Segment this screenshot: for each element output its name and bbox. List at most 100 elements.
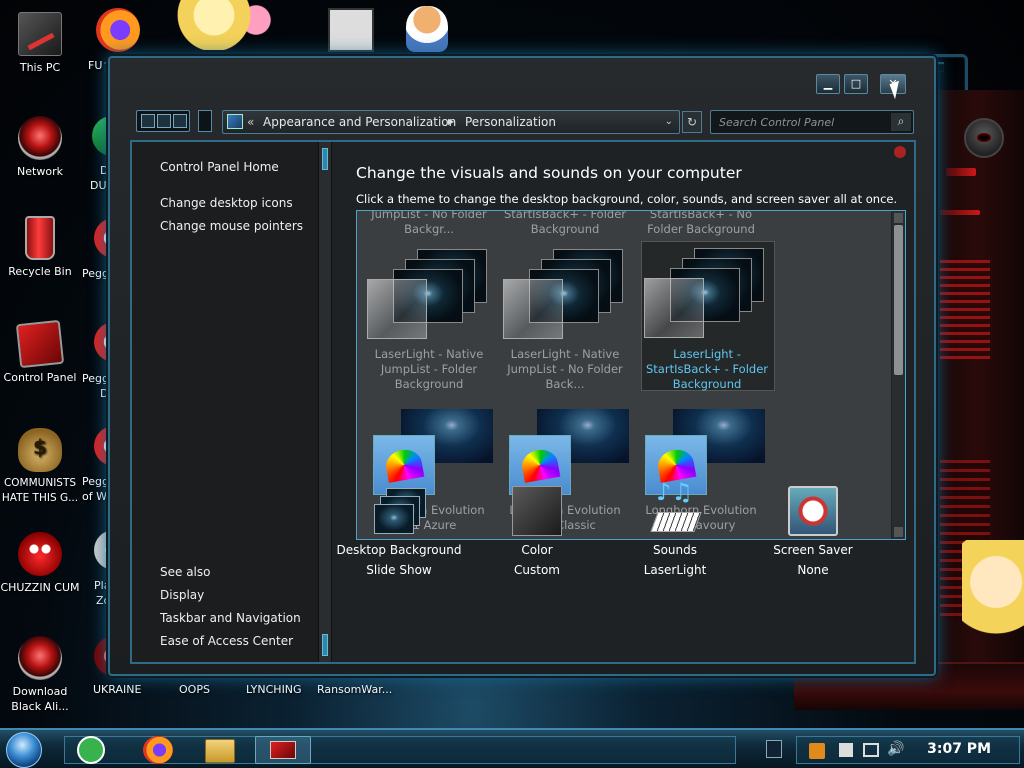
desktop-label-lynching[interactable]: LYNCHING bbox=[246, 682, 302, 697]
screen-saver-icon bbox=[788, 486, 838, 536]
theme-label-clipped[interactable]: StartIsBack+ - No Folder Background bbox=[633, 211, 769, 237]
firefox-taskbar-icon[interactable] bbox=[143, 736, 173, 764]
control-panel-icon bbox=[15, 319, 65, 369]
theme-label-clipped[interactable]: JumpList - No Folder Backgr... bbox=[361, 211, 497, 237]
desktop-icon-label: Recycle Bin bbox=[8, 265, 72, 278]
desktop-icon-communists[interactable]: COMMUNISTS HATE THIS G... bbox=[0, 428, 80, 506]
desktop-background-icon bbox=[374, 486, 426, 536]
category-value: None bbox=[797, 563, 829, 577]
splitter-grip[interactable] bbox=[322, 148, 328, 170]
search-input[interactable]: Search Control Panel ⌕ bbox=[710, 110, 914, 134]
control-panel-icon bbox=[227, 114, 243, 129]
category-title: Screen Saver bbox=[773, 543, 853, 557]
sidebar-link-display[interactable]: Display bbox=[160, 588, 204, 602]
theme-glass-swatch bbox=[503, 279, 563, 339]
desktop-icon-label: This PC bbox=[19, 61, 61, 74]
theme-label[interactable]: LaserLight - Native JumpList - Folder Ba… bbox=[361, 347, 497, 392]
screen-saver-link[interactable]: Screen Saver None bbox=[748, 486, 878, 580]
volume-icon[interactable]: 🔊 bbox=[887, 741, 904, 757]
show-windows-icon[interactable] bbox=[766, 740, 782, 758]
category-title: Sounds bbox=[652, 543, 698, 557]
maze-icon[interactable] bbox=[328, 8, 374, 52]
alien-head-icon bbox=[964, 118, 1004, 158]
color-link[interactable]: Color Custom bbox=[472, 486, 602, 580]
sidebar-link-desktop-icons[interactable]: Change desktop icons bbox=[160, 196, 293, 210]
chevron-down-icon[interactable]: ⌄ bbox=[665, 111, 673, 133]
theme-label-selected[interactable]: LaserLight - StartIsBack+ - Folder Backg… bbox=[639, 347, 775, 392]
desktop-icon-this-pc[interactable]: This PC bbox=[0, 12, 80, 75]
hud-bars bbox=[940, 260, 990, 360]
splitter-grip[interactable] bbox=[322, 634, 328, 656]
scroll-up-icon[interactable] bbox=[894, 213, 903, 223]
desktop-icon-chuzzin[interactable]: CHUZZIN CUM bbox=[0, 532, 80, 595]
desktop-icon-network[interactable]: Network bbox=[0, 116, 80, 179]
breadcrumb-appearance[interactable]: Appearance and Personalization bbox=[263, 111, 456, 133]
theme-label[interactable]: LaserLight - Native JumpList - No Folder… bbox=[497, 347, 633, 392]
doctor-icon[interactable] bbox=[406, 6, 448, 52]
page-subtitle: Click a theme to change the desktop back… bbox=[356, 192, 898, 206]
view-icon[interactable] bbox=[173, 114, 187, 128]
nav-buttons[interactable] bbox=[136, 110, 190, 132]
scroll-down-icon[interactable] bbox=[894, 527, 903, 537]
file-explorer-icon[interactable] bbox=[205, 739, 235, 763]
category-value: Slide Show bbox=[366, 563, 432, 577]
partial-label: Pegg bbox=[82, 267, 109, 280]
theme-list-scrollbar[interactable] bbox=[891, 211, 905, 539]
sidebar-link-home[interactable]: Control Panel Home bbox=[160, 160, 279, 174]
taskbar: 🔊 3:07 PM bbox=[0, 728, 1024, 768]
search-icon[interactable]: ⌕ bbox=[891, 113, 911, 131]
theme-glass-swatch bbox=[367, 279, 427, 339]
scrollbar-thumb[interactable] bbox=[894, 225, 903, 375]
desktop-icon-recycle-bin[interactable]: Recycle Bin bbox=[0, 216, 80, 279]
recent-pages-button[interactable] bbox=[198, 110, 212, 132]
personalization-window: ▁ □ ✕ « Appearance and Personalization ▶… bbox=[108, 56, 936, 676]
control-panel-icon bbox=[270, 741, 296, 759]
start-button[interactable] bbox=[6, 732, 42, 768]
theme-label-clipped[interactable]: StartIsBack+ - Folder Background bbox=[497, 211, 633, 237]
desktop-icon-control-panel[interactable]: Control Panel bbox=[0, 319, 80, 385]
main-pane: Change the visuals and sounds on your co… bbox=[332, 142, 914, 662]
breadcrumb-overflow[interactable]: « bbox=[247, 111, 254, 133]
desktop-icon-label: Control Panel bbox=[3, 371, 77, 384]
pane-splitter[interactable] bbox=[318, 142, 332, 662]
page-title: Change the visuals and sounds on your co… bbox=[356, 164, 742, 182]
system-tray: 🔊 3:07 PM bbox=[796, 736, 1020, 764]
desktop-icon-download[interactable]: Download Black Ali... bbox=[0, 636, 80, 714]
money-bag-icon bbox=[18, 428, 62, 472]
firefox-desktop-icon[interactable] bbox=[96, 8, 140, 52]
maximize-button[interactable]: □ bbox=[844, 74, 868, 94]
flag-icon[interactable] bbox=[839, 743, 853, 757]
desktop-label-ransomware[interactable]: RansomWar... bbox=[317, 682, 392, 697]
desktop-label-ukraine[interactable]: UKRAINE bbox=[93, 682, 141, 697]
sidebar-link-ease-of-access[interactable]: Ease of Access Center bbox=[160, 634, 293, 648]
sidebar: Control Panel Home Change desktop icons … bbox=[132, 142, 318, 662]
refresh-button[interactable]: ↻ bbox=[682, 111, 702, 133]
desktop-background-link[interactable]: Desktop Background Slide Show bbox=[334, 486, 464, 580]
anime-sticker-right bbox=[962, 540, 1024, 660]
desktop-label-oops[interactable]: OOPS bbox=[179, 682, 210, 697]
minimize-button[interactable]: ▁ bbox=[816, 74, 840, 94]
computer-icon bbox=[18, 12, 62, 56]
sidebar-link-taskbar[interactable]: Taskbar and Navigation bbox=[160, 611, 301, 625]
help-icon[interactable] bbox=[894, 146, 906, 158]
partial-label: FU bbox=[88, 59, 103, 72]
forward-icon[interactable] bbox=[157, 114, 171, 128]
anime-sticker bbox=[166, 0, 286, 50]
back-icon[interactable] bbox=[141, 114, 155, 128]
breadcrumb-separator-icon[interactable]: ▶ bbox=[448, 111, 454, 133]
see-also-heading: See also bbox=[160, 565, 211, 579]
address-bar[interactable]: « Appearance and Personalization ▶ Perso… bbox=[222, 110, 680, 134]
control-panel-taskbar-button[interactable] bbox=[255, 736, 311, 764]
clock[interactable]: 3:07 PM bbox=[927, 741, 991, 757]
sidebar-link-mouse-pointers[interactable]: Change mouse pointers bbox=[160, 219, 303, 233]
desktop-icon-label: Download Black Ali... bbox=[11, 685, 69, 713]
update-icon[interactable] bbox=[809, 743, 825, 759]
desktop-icon-label: CHUZZIN CUM bbox=[0, 581, 80, 594]
taskbar-app-strip bbox=[64, 736, 736, 764]
network-tray-icon[interactable] bbox=[863, 743, 879, 757]
breadcrumb-personalization[interactable]: Personalization bbox=[465, 111, 556, 133]
color-swatch-icon bbox=[512, 486, 562, 536]
category-title: Desktop Background bbox=[336, 543, 462, 557]
sounds-link[interactable]: Sounds LaserLight bbox=[610, 482, 740, 580]
notes-app-icon[interactable] bbox=[77, 736, 105, 764]
